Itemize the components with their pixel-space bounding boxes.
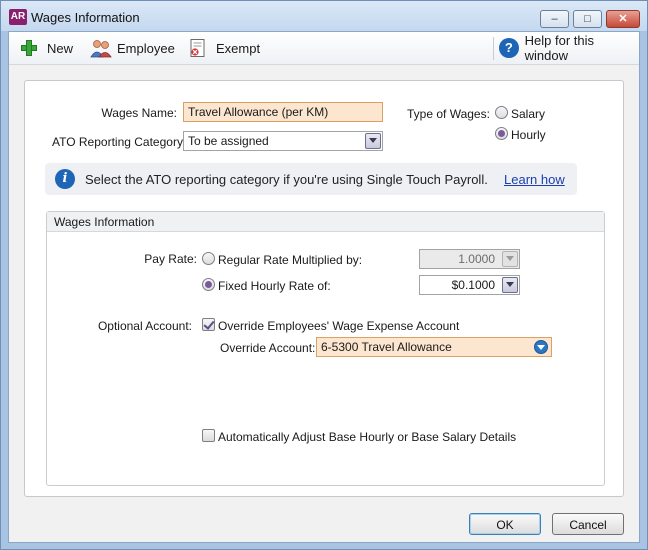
fixed-rate-label: Fixed Hourly Rate of:	[218, 279, 331, 293]
wages-name-label: Wages Name:	[101, 106, 177, 120]
ato-category-label: ATO Reporting Category:	[52, 135, 187, 149]
override-account-value: 6-5300 Travel Allowance	[321, 340, 452, 354]
wages-information-window: AR Wages Information – □ ✕ New Employee …	[0, 0, 648, 550]
regular-rate-radio[interactable]	[202, 252, 215, 265]
app-icon: AR	[9, 9, 27, 25]
regular-rate-value: 1.0000	[458, 252, 495, 266]
fixed-rate-radio[interactable]	[202, 278, 215, 291]
hourly-radio-label: Hourly	[511, 128, 546, 142]
hourly-radio[interactable]	[495, 127, 508, 140]
chevron-down-icon[interactable]	[534, 340, 548, 354]
wages-panel: Wages Name: Travel Allowance (per KM) AT…	[24, 80, 624, 497]
help-button[interactable]: ? Help for this window	[499, 33, 639, 63]
override-account-checkbox-label: Override Employees' Wage Expense Account	[218, 319, 460, 333]
learn-how-link[interactable]: Learn how	[504, 172, 565, 187]
override-account-checkbox[interactable]	[202, 318, 215, 331]
type-of-wages-label: Type of Wages:	[407, 107, 490, 121]
people-icon	[89, 38, 112, 58]
employee-label: Employee	[117, 40, 175, 56]
info-icon: i	[55, 169, 75, 189]
fixed-rate-input[interactable]: $0.1000	[419, 275, 520, 295]
auto-adjust-label: Automatically Adjust Base Hourly or Base…	[218, 430, 517, 444]
cancel-button[interactable]: Cancel	[552, 513, 624, 535]
help-label: Help for this window	[524, 33, 595, 63]
pay-rate-label: Pay Rate:	[144, 252, 197, 266]
close-button[interactable]: ✕	[606, 10, 640, 28]
title-bar: AR Wages Information – □ ✕	[1, 1, 647, 31]
salary-radio[interactable]	[495, 106, 508, 119]
regular-rate-label: Regular Rate Multiplied by:	[218, 253, 363, 267]
wages-name-input[interactable]: Travel Allowance (per KM)	[183, 102, 383, 122]
fixed-rate-value: $0.1000	[451, 278, 495, 292]
optional-account-label: Optional Account:	[97, 319, 192, 333]
chevron-down-icon	[502, 251, 518, 267]
employee-button[interactable]: Employee	[89, 38, 175, 58]
exempt-label: Exempt	[216, 40, 261, 56]
new-label: New	[47, 40, 74, 56]
salary-radio-label: Salary	[511, 107, 546, 121]
wages-information-group: Wages Information Pay Rate: Regular Rate…	[46, 211, 605, 486]
chevron-down-icon[interactable]	[502, 277, 518, 293]
ato-category-value: To be assigned	[188, 134, 269, 148]
info-bar: i Select the ATO reporting category if y…	[45, 163, 577, 195]
minimize-button[interactable]: –	[540, 10, 569, 28]
new-button[interactable]: New	[19, 38, 73, 58]
override-account-input[interactable]: 6-5300 Travel Allowance	[316, 337, 552, 357]
exempt-button[interactable]: Exempt	[188, 38, 260, 58]
toolbar: New Employee Exempt ? Help for this wind…	[9, 32, 639, 65]
group-header: Wages Information	[47, 212, 604, 232]
window-title: Wages Information	[31, 10, 140, 25]
window-client-area: New Employee Exempt ? Help for this wind…	[8, 31, 640, 543]
group-title: Wages Information	[54, 215, 155, 229]
auto-adjust-checkbox[interactable]	[202, 429, 215, 442]
exempt-icon	[188, 38, 208, 58]
help-icon: ?	[499, 38, 519, 58]
plus-icon	[19, 38, 39, 58]
maximize-button[interactable]: □	[573, 10, 602, 28]
regular-rate-input: 1.0000	[419, 249, 520, 269]
override-account-label: Override Account:	[220, 341, 316, 355]
info-text: Select the ATO reporting category if you…	[85, 172, 488, 187]
toolbar-separator	[493, 37, 494, 60]
chevron-down-icon[interactable]	[365, 133, 381, 149]
ato-category-select[interactable]: To be assigned	[183, 131, 383, 151]
ok-button[interactable]: OK	[469, 513, 541, 535]
